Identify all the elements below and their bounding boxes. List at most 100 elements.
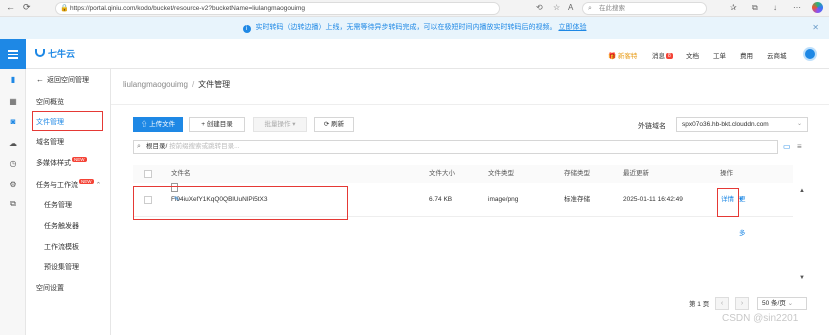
sidebar: ← 返回空间管理 空间概览 文件管理 域名管理 多媒体样式NEW 任务与工作流NE… (26, 69, 111, 335)
header-type: 文件类型 (488, 170, 514, 177)
back-icon: ← (36, 75, 44, 84)
new-badge: NEW (72, 157, 87, 162)
select-all-checkbox[interactable] (144, 170, 152, 178)
page-indicator: 第 1 页 (689, 301, 710, 308)
chevron-down-icon: ⌄ (796, 121, 802, 127)
new-user-offer-link[interactable]: 🎁 新客特 (608, 50, 637, 60)
watermark: CSDN @sin2201 (722, 313, 799, 324)
batch-operations-label: 批量操作 (264, 121, 291, 128)
billing-link[interactable]: 费用 (740, 50, 753, 60)
refresh-label: 刷新 (331, 121, 345, 128)
breadcrumb-bucket[interactable]: liulangmaogouimg (123, 80, 188, 89)
messages-label: 消息 (652, 53, 665, 60)
scroll-up-icon[interactable]: ▲ (799, 188, 805, 194)
header-updated: 最近更新 (623, 170, 649, 177)
prev-page-button[interactable]: ‹ (715, 297, 729, 310)
refresh-icon: ⟳ (323, 121, 330, 128)
notice-text: 实时转码（边转边播）上线，无需等待异步转码完成，可以在极短时间内播放实时转码后的… (255, 24, 557, 31)
settings-icon[interactable]: ⚙ (8, 180, 18, 190)
header-operations: 操作 (720, 170, 733, 177)
sidebar-item-overview[interactable]: 空间概览 (36, 97, 64, 107)
domain-select[interactable]: spx07o36.hb-bkt.clouddn.com ⌄ (676, 117, 808, 132)
menu-icon[interactable] (0, 39, 26, 69)
new-user-offer-label: 新客特 (617, 53, 638, 60)
file-type: image/png (488, 196, 519, 203)
caret-down-icon: ▾ (739, 196, 743, 203)
refresh-button[interactable]: ⟳ 刷新 (314, 117, 354, 132)
extensions-icon[interactable]: ⋯ (793, 3, 801, 12)
sidebar-item-presets[interactable]: 预设集管理 (44, 262, 79, 272)
translate-icon[interactable]: A (568, 3, 573, 12)
chevron-down-icon: ▾ (292, 121, 296, 128)
sidebar-item-domains[interactable]: 域名管理 (36, 137, 64, 147)
reload-icon[interactable]: ⟳ (23, 2, 31, 13)
divider (111, 104, 829, 105)
download-icon[interactable]: ↓ (773, 3, 777, 12)
collections-icon[interactable]: ⧉ (752, 3, 758, 13)
messages-link[interactable]: 消息 8 (652, 50, 673, 60)
sidebar-item-bucket-settings[interactable]: 空间设置 (36, 283, 64, 293)
storage-icon[interactable]: ◙ (8, 117, 18, 127)
favorites-icon[interactable]: ✰ (730, 3, 737, 12)
path-root: 根目录/ (146, 143, 168, 150)
sidebar-item-tasks-workflows[interactable]: 任务与工作流NEW ⌃ (36, 179, 101, 190)
path-search-input[interactable]: ⌕ 根目录/ 按前缀搜索或跳转目录... (133, 140, 778, 154)
breadcrumb-separator: / (191, 80, 195, 89)
logo-text: 七牛云 (48, 49, 76, 59)
media-styles-label: 多媒体样式 (36, 160, 71, 167)
batch-operations-button[interactable]: 批量操作 ▾ (253, 117, 307, 132)
header-size: 文件大小 (429, 170, 455, 177)
table-scrollbar[interactable]: ▲ ▼ (799, 183, 807, 287)
back-to-buckets[interactable]: ← 返回空间管理 (36, 75, 89, 85)
chevron-up-icon: ⌃ (95, 182, 102, 189)
create-directory-button[interactable]: + 创建目录 (189, 117, 245, 132)
copilot-icon[interactable] (812, 2, 823, 13)
clock-icon[interactable]: ◷ (8, 159, 18, 169)
product-icon[interactable]: ▮ (8, 75, 18, 85)
grid-icon[interactable]: ▦ (8, 97, 18, 107)
favorite-star-icon[interactable]: ☆ (553, 3, 560, 12)
storage-type: 标准存储 (564, 196, 590, 203)
address-text: https://portal.qiniu.com/kodo/bucket/res… (70, 5, 306, 12)
table-header: 文件名 文件大小 文件类型 存储类型 最近更新 操作 (133, 165, 793, 183)
domain-value: spx07o36.hb-bkt.clouddn.com (682, 121, 769, 128)
search-icon: ⌕ (588, 5, 592, 12)
browser-search-placeholder: 在此搜索 (599, 5, 625, 12)
back-arrow-icon[interactable]: ← (6, 2, 15, 12)
notice-banner: i 实时转码（边转边播）上线，无需等待异步转码完成，可以在极短时间内播放实时转码… (0, 17, 829, 39)
notice-link[interactable]: 立即体验 (558, 24, 586, 31)
qiniu-logo[interactable]: 七牛云 (35, 47, 75, 60)
close-icon[interactable]: ✕ (812, 17, 819, 39)
upload-button[interactable]: ⇧ 上传文件 (133, 117, 183, 132)
header-storage: 存储类型 (564, 170, 590, 177)
avatar[interactable] (803, 47, 817, 61)
page-size-select[interactable]: 50 条/页 ⌄ (757, 297, 807, 310)
tickets-link[interactable]: 工单 (713, 50, 726, 60)
browser-search-box[interactable]: ⌕ 在此搜索 (582, 2, 707, 15)
address-bar[interactable]: 🔒 https://portal.qiniu.com/kodo/bucket/r… (55, 2, 500, 15)
cloud-icon[interactable]: ☁ (8, 139, 18, 149)
scroll-down-icon[interactable]: ▼ (799, 275, 805, 281)
page-size-value: 50 条/页 (762, 300, 786, 307)
next-page-button[interactable]: › (735, 297, 749, 310)
cloud-mall-link[interactable]: 云商城 (767, 50, 787, 60)
folder-view-icon[interactable]: ▭ (783, 142, 791, 151)
copy-icon[interactable]: ⧉ (8, 199, 18, 209)
lock-icon: 🔒 (60, 5, 69, 12)
domain-label: 外链域名 (638, 123, 666, 130)
search-icon: ⌕ (137, 143, 141, 150)
file-size: 6.74 KB (429, 196, 453, 203)
docs-link[interactable]: 文档 (686, 50, 699, 60)
refresh-page-icon[interactable]: ⟲ (536, 3, 543, 12)
sidebar-item-task-management[interactable]: 任务管理 (44, 200, 72, 210)
header-filename: 文件名 (171, 170, 191, 177)
sidebar-item-media-styles[interactable]: 多媒体样式NEW (36, 157, 87, 168)
upload-icon: ⇧ (140, 121, 148, 128)
tasks-workflows-label: 任务与工作流 (36, 182, 78, 189)
create-directory-label: 创建目录 (206, 121, 233, 128)
last-updated: 2025-01-11 16:42:49 (623, 196, 683, 203)
sidebar-item-workflow-templates[interactable]: 工作流模板 (44, 242, 79, 252)
chevron-down-icon: ⌄ (787, 300, 794, 307)
list-view-icon[interactable]: ≡ (797, 142, 802, 151)
sidebar-item-task-triggers[interactable]: 任务触发器 (44, 221, 79, 231)
